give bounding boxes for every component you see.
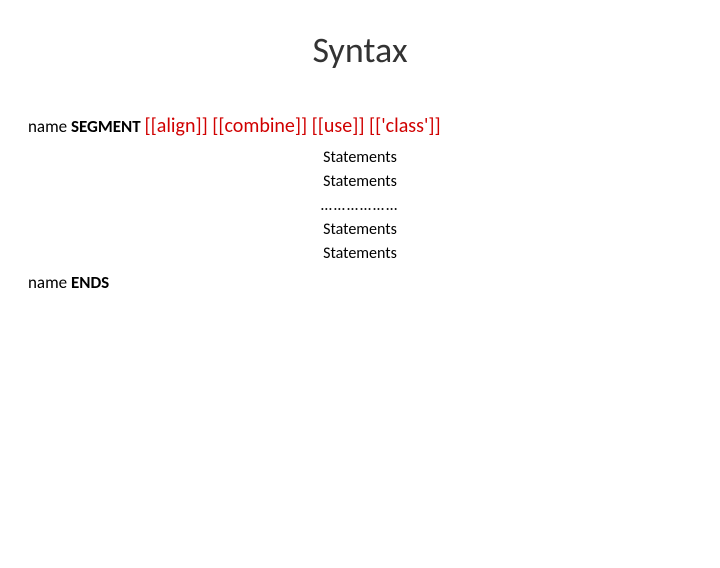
- slide-title: Syntax: [0, 28, 720, 72]
- ellipsis-line: ………………: [28, 194, 692, 218]
- ends-keyword: ENDS: [71, 272, 109, 293]
- segment-keyword: SEGMENT: [71, 116, 141, 137]
- statements-block: Statements Statements ……………… Statements …: [28, 146, 692, 266]
- statement-line: Statements: [28, 170, 692, 194]
- statement-line: Statements: [28, 146, 692, 170]
- statement-line: Statements: [28, 218, 692, 242]
- segment-params: [[align]] [[combine]] [[use]] [['class']…: [145, 114, 441, 138]
- name-label: name: [28, 272, 67, 293]
- syntax-open-line: name SEGMENT [[align]] [[combine]] [[use…: [28, 114, 692, 138]
- name-label: name: [28, 116, 67, 137]
- syntax-close-line: name ENDS: [28, 272, 692, 293]
- slide-content: name SEGMENT [[align]] [[combine]] [[use…: [0, 114, 720, 293]
- statement-line: Statements: [28, 242, 692, 266]
